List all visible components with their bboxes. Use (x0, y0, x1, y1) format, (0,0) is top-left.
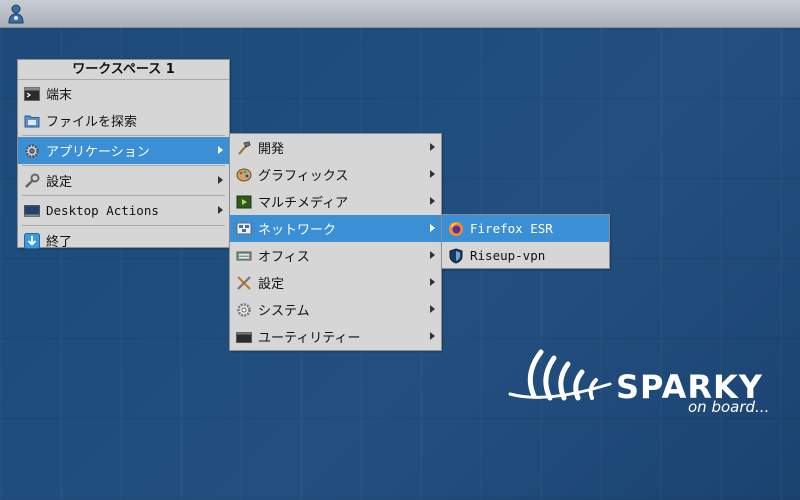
submenu-item-office[interactable]: オフィス (230, 242, 441, 269)
utility-icon (236, 331, 252, 343)
menu-item-label: ファイルを探索 (46, 115, 138, 130)
menu-item-label: 設定 (46, 175, 73, 190)
menu-item-label: Desktop Actions (46, 203, 159, 218)
submenu-arrow-icon (430, 332, 435, 340)
menu-separator (22, 135, 225, 136)
applications-submenu: 開発 グラフィックス マルチメディア ネットワーク オフィス 設定 システム ユ… (229, 133, 442, 351)
exit-icon (24, 232, 40, 249)
submenu-arrow-icon (430, 197, 435, 205)
submenu-arrow-icon (218, 206, 223, 214)
menu-item-settings[interactable]: 設定 (18, 167, 229, 194)
submenu-item-label: ネットワーク (258, 223, 337, 238)
submenu-item-label: グラフィックス (258, 169, 349, 184)
submenu-item-label: システム (258, 304, 310, 319)
submenu-item-network[interactable]: ネットワーク (230, 215, 441, 242)
hammer-icon (238, 140, 251, 155)
top-panel (0, 0, 800, 28)
logo-subtext: on board... (688, 398, 770, 416)
submenu-item-development[interactable]: 開発 (230, 134, 441, 161)
terminal-icon (24, 86, 40, 101)
submenu-item-settings[interactable]: 設定 (230, 269, 441, 296)
office-icon (236, 251, 252, 260)
submenu-arrow-icon (430, 251, 435, 259)
menu-separator (22, 225, 225, 226)
tools-icon (237, 275, 251, 290)
submenu-arrow-icon (218, 176, 223, 184)
submenu-item-label: Riseup-vpn (470, 248, 546, 263)
menu-item-file-explorer[interactable]: ファイルを探索 (18, 107, 229, 134)
submenu-item-label: 開発 (258, 142, 285, 157)
submenu-item-firefox-esr[interactable]: Firefox ESR (442, 215, 609, 242)
menu-item-label: 端末 (46, 88, 73, 103)
gear-icon (25, 143, 39, 158)
system-gear-icon (237, 302, 251, 317)
film-icon (236, 195, 252, 208)
menu-item-label: アプリケーション (46, 145, 150, 160)
submenu-arrow-icon (430, 170, 435, 178)
menu-title: ワークスペース 1 (18, 60, 229, 80)
menu-separator (22, 165, 225, 166)
menu-item-desktop-actions[interactable]: Desktop Actions (18, 197, 229, 224)
root-menu: ワークスペース 1 端末 ファイルを探索 アプリケーション 設定 Desktop… (17, 59, 230, 250)
shield-icon (449, 247, 463, 264)
menu-item-exit[interactable]: 終了 (18, 227, 229, 254)
submenu-arrow-icon (430, 305, 435, 313)
submenu-item-multimedia[interactable]: マルチメディア (230, 188, 441, 215)
network-submenu: Firefox ESR Riseup-vpn (441, 214, 610, 269)
submenu-item-label: マルチメディア (258, 196, 349, 211)
submenu-arrow-icon (430, 143, 435, 151)
submenu-item-label: ユーティリティー (258, 331, 361, 346)
submenu-item-label: 設定 (258, 277, 285, 292)
firefox-icon (449, 221, 463, 236)
submenu-item-system[interactable]: システム (230, 296, 441, 323)
submenu-arrow-icon (218, 146, 223, 154)
submenu-item-label: Firefox ESR (470, 221, 553, 236)
menu-item-applications[interactable]: アプリケーション (18, 137, 229, 164)
menu-item-terminal[interactable]: 端末 (18, 80, 229, 107)
submenu-item-graphics[interactable]: グラフィックス (230, 161, 441, 188)
menu-separator (22, 195, 225, 196)
submenu-arrow-icon (430, 224, 435, 232)
menu-item-label: 終了 (46, 235, 73, 250)
submenu-item-riseup-vpn[interactable]: Riseup-vpn (442, 242, 609, 269)
submenu-item-utilities[interactable]: ユーティリティー (230, 323, 441, 350)
submenu-item-label: オフィス (258, 250, 310, 265)
palette-icon (236, 168, 252, 181)
desktop-icon (24, 204, 40, 217)
folder-icon (24, 115, 40, 127)
submenu-arrow-icon (430, 278, 435, 286)
wrench-icon (25, 173, 40, 188)
network-icon (236, 222, 252, 234)
user-icon[interactable] (7, 4, 25, 24)
